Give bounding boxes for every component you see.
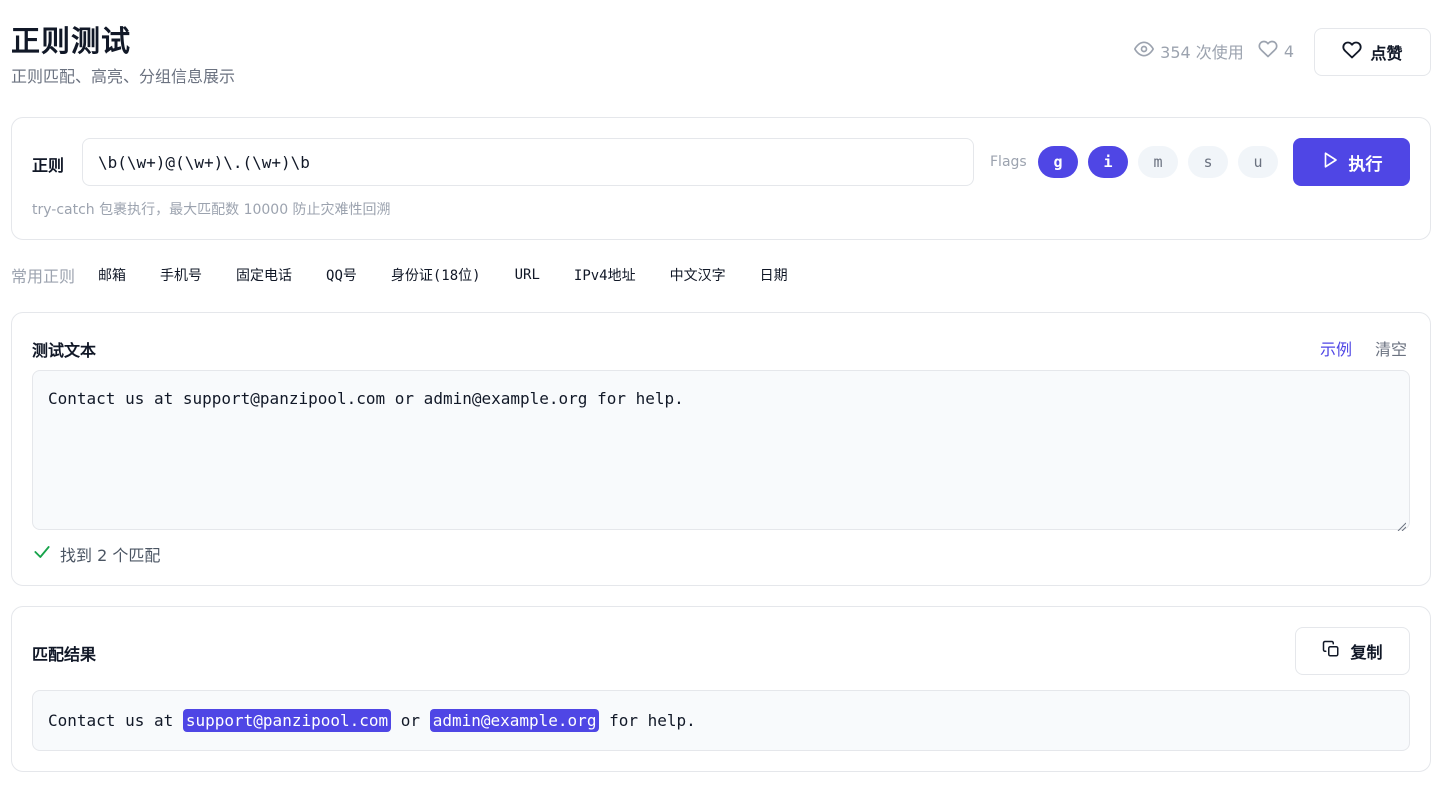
preset-email[interactable]: 邮箱 [81, 262, 143, 288]
flag-g-toggle[interactable]: g [1038, 146, 1078, 178]
presets-label: 常用正则 [11, 267, 76, 286]
test-text-input[interactable]: Contact us at support@panzipool.com or a… [32, 370, 1410, 532]
match-highlight: admin@example.org [429, 709, 600, 732]
preset-id-card[interactable]: 身份证(18位) [374, 262, 498, 288]
run-button[interactable]: 执行 [1293, 138, 1410, 186]
run-button-label: 执行 [1348, 154, 1383, 175]
eye-icon [1134, 39, 1155, 63]
like-stat: 4 [1258, 39, 1294, 63]
usage-stat: 354 次使用 [1134, 39, 1244, 63]
copy-icon [1322, 640, 1340, 662]
match-result-title: 匹配结果 [32, 645, 97, 664]
regex-input[interactable]: \b(\w+)@(\w+)\.(\w+)\b [82, 138, 974, 186]
test-text-card: 测试文本 示例 清空 Contact us at support@panzipo… [11, 312, 1431, 586]
copy-button-label: 复制 [1350, 643, 1383, 662]
highlighted-result: Contact us at support@panzipool.com or a… [32, 690, 1410, 751]
regex-hint: try-catch 包裹执行，最大匹配数 10000 防止灾难性回溯 [32, 202, 391, 218]
heart-icon [1342, 40, 1363, 64]
preset-ipv4[interactable]: IPv4地址 [557, 262, 653, 288]
flag-i-toggle[interactable]: i [1088, 146, 1128, 178]
like-button-label: 点赞 [1370, 44, 1403, 63]
preset-url[interactable]: URL [498, 262, 557, 288]
result-text-segment: or [391, 711, 430, 730]
preset-bar: 常用正则 邮箱 手机号 固定电话 QQ号 身份证(18位) URL IPv4地址… [11, 262, 805, 288]
flags-label: Flags [990, 154, 1027, 170]
preset-date[interactable]: 日期 [743, 262, 805, 288]
flag-m-toggle[interactable]: m [1138, 146, 1178, 178]
stats-bar: 354 次使用 4 [1134, 40, 1294, 62]
test-text-value: Contact us at support@panzipool.com or a… [48, 389, 684, 408]
match-result-card: 匹配结果 复制 Contact us at support@panzipool.… [11, 606, 1431, 772]
flag-s-toggle[interactable]: s [1188, 146, 1228, 178]
page-title: 正则测试 [11, 24, 132, 58]
copy-button[interactable]: 复制 [1295, 627, 1410, 675]
preset-qq[interactable]: QQ号 [309, 262, 374, 288]
like-button[interactable]: 点赞 [1314, 28, 1431, 76]
page-subtitle: 正则匹配、高亮、分组信息展示 [11, 67, 236, 86]
play-icon [1321, 151, 1339, 174]
test-text-title: 测试文本 [32, 341, 97, 360]
preset-chinese[interactable]: 中文汉字 [653, 262, 743, 288]
match-status: 找到 2 个匹配 [32, 542, 160, 566]
like-count: 4 [1283, 41, 1294, 61]
preset-mobile[interactable]: 手机号 [143, 262, 219, 288]
regex-card: 正则 \b(\w+)@(\w+)\.(\w+)\b Flags g i m s … [11, 117, 1431, 240]
result-text-segment: for help. [599, 711, 696, 730]
match-status-text: 找到 2 个匹配 [60, 546, 161, 565]
example-link[interactable]: 示例 [1320, 336, 1352, 360]
heart-icon [1258, 39, 1278, 63]
check-icon [32, 542, 52, 566]
usage-count: 354 次使用 [1160, 43, 1244, 62]
match-highlight: support@panzipool.com [182, 709, 392, 732]
preset-landline[interactable]: 固定电话 [219, 262, 309, 288]
result-text-segment: Contact us at [48, 711, 183, 730]
resize-handle-icon[interactable] [1396, 516, 1407, 532]
regex-label: 正则 [32, 156, 65, 175]
flag-u-toggle[interactable]: u [1238, 146, 1278, 178]
clear-link[interactable]: 清空 [1375, 336, 1407, 360]
